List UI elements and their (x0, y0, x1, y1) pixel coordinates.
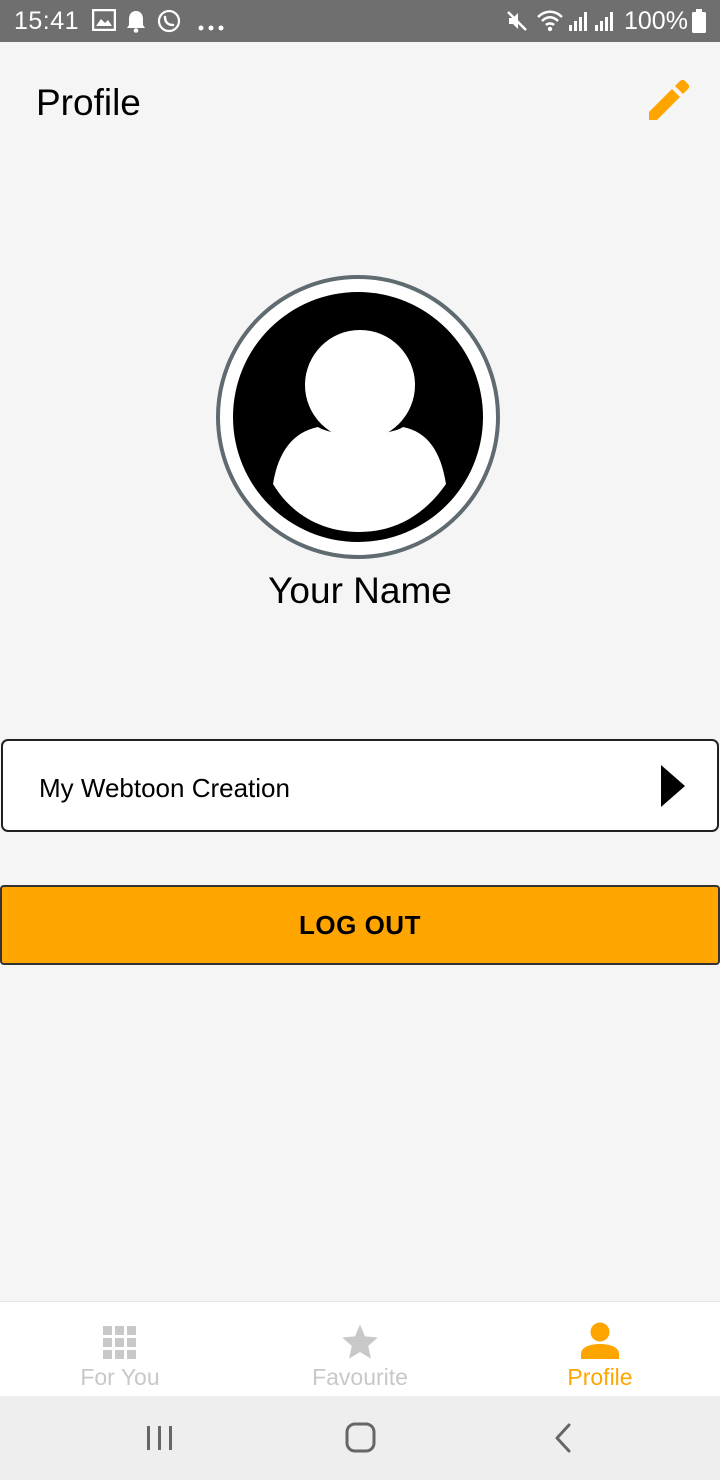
more-dots-icon (198, 18, 224, 36)
nav-profile[interactable]: Profile (480, 1302, 720, 1397)
back-button[interactable] (532, 1418, 592, 1458)
battery-icon (692, 9, 706, 38)
edit-profile-button[interactable] (640, 78, 696, 128)
logout-label: LOG OUT (299, 910, 421, 940)
notification-bell-icon (125, 9, 147, 38)
system-navigation-bar (0, 1396, 720, 1480)
logout-button[interactable]: LOG OUT (0, 885, 720, 965)
grid-icon (103, 1326, 137, 1365)
triangle-right-icon (661, 765, 685, 812)
page-title: Profile (36, 82, 141, 123)
mute-icon (505, 9, 529, 38)
star-icon (340, 1322, 380, 1367)
nav-favourite[interactable]: Favourite (240, 1302, 480, 1397)
creation-label: My Webtoon Creation (39, 773, 290, 803)
gallery-icon (91, 8, 117, 36)
nav-for-you-label: For You (80, 1364, 160, 1390)
whatsapp-icon (157, 9, 181, 38)
battery-percent: 100% (624, 7, 688, 35)
recent-apps-icon (130, 1426, 190, 1462)
person-icon (580, 1322, 620, 1365)
user-name: Your Name (268, 570, 452, 611)
recent-apps-button[interactable] (130, 1418, 190, 1458)
bottom-navigation: For You Favourite Profile (0, 1301, 720, 1397)
nav-profile-label: Profile (567, 1364, 633, 1390)
home-button[interactable] (330, 1418, 390, 1458)
my-webtoon-creation-item[interactable]: My Webtoon Creation (1, 739, 719, 832)
user-avatar-icon (233, 292, 483, 547)
nav-favourite-label: Favourite (312, 1364, 408, 1390)
home-icon (330, 1422, 390, 1462)
status-time: 15:41 (14, 7, 80, 35)
wifi-icon (536, 9, 564, 38)
nav-for-you[interactable]: For You (0, 1302, 240, 1397)
signal-icon (568, 9, 618, 38)
back-icon (532, 1423, 592, 1462)
status-bar: 15:41 100% (0, 0, 720, 42)
pencil-icon (640, 79, 696, 132)
